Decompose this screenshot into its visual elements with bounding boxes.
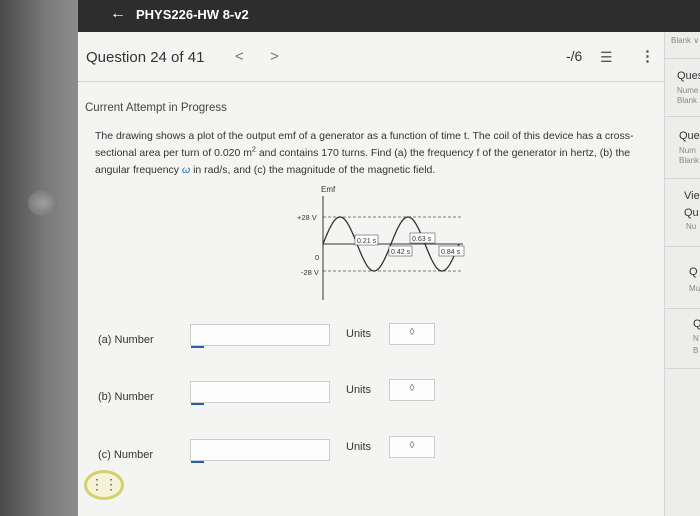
camera-dot — [28, 190, 58, 216]
help-badge[interactable]: ⋮⋮ — [84, 470, 124, 500]
side-item-3-sub2: Nu — [686, 222, 697, 231]
t1-label: 0.21 s — [357, 238, 377, 245]
question-counter: Question 24 of 41 — [86, 49, 205, 66]
t2-label: 0.42 s — [391, 249, 411, 256]
next-question-button[interactable]: > — [270, 48, 279, 65]
top-bar: ← PHYS226-HW 8-v2 — [78, 0, 700, 32]
device-bezel — [0, 0, 78, 516]
side-item-1-sub: Nume — [677, 86, 699, 95]
grid-icon: ⋮⋮ — [90, 476, 118, 492]
side-divider — [665, 246, 700, 247]
side-question-panel: Blank ∨ Ques Nume Blank Que Num Blank Vi… — [664, 32, 700, 516]
side-item-2-sub2: Blank — [679, 156, 700, 165]
chevron-updown-icon: ◊ — [409, 327, 415, 338]
graph-y-bottom: -28 V — [301, 268, 319, 277]
app-title: PHYS226-HW 8-v2 — [136, 7, 249, 22]
side-item-5-sub: N — [693, 334, 699, 343]
side-item-5-head[interactable]: Q — [693, 318, 700, 330]
prev-question-button[interactable]: < — [235, 48, 244, 65]
side-item-5-sub2: B — [693, 346, 699, 355]
emf-graph: Emf +28 V 0 -28 V 0.21 s 0.42 s 0.63 s 0… — [297, 185, 465, 300]
side-divider — [665, 368, 700, 369]
graph-ylabel: Emf — [321, 185, 336, 194]
graph-y-zero: 0 — [315, 253, 319, 262]
problem-statement: The drawing shows a plot of the output e… — [95, 130, 634, 176]
score-display: -/6 — [566, 48, 583, 64]
answer-b-input[interactable] — [190, 381, 330, 403]
side-divider — [665, 178, 700, 179]
t4-label: 0.84 s — [441, 249, 461, 256]
side-item-3-sub: Qu — [684, 207, 699, 219]
side-item-2-head[interactable]: Que — [679, 130, 700, 142]
chevron-updown-icon: ◊ — [409, 440, 415, 451]
side-item-4-sub: Mu — [689, 284, 700, 293]
units-a-select[interactable]: ◊ — [389, 323, 435, 345]
side-divider — [665, 58, 700, 59]
question-list-icon[interactable]: ☰ — [600, 49, 613, 66]
side-item-3-head[interactable]: Vie — [684, 190, 700, 202]
side-item-2-sub: Num — [679, 146, 696, 155]
answer-b-label: (b) Number — [98, 391, 154, 403]
side-item-1-head[interactable]: Ques — [677, 70, 700, 82]
answer-c-input[interactable] — [190, 439, 330, 461]
side-divider — [665, 116, 700, 117]
answer-c-label: (c) Number — [98, 449, 154, 461]
answer-a-label: (a) Number — [98, 334, 154, 346]
attempt-status: Current Attempt in Progress — [85, 102, 227, 114]
units-c-select[interactable]: ◊ — [389, 436, 435, 458]
more-options-icon[interactable]: ⋮ — [640, 47, 655, 65]
omega-symbol: ω — [181, 164, 191, 176]
back-arrow-icon[interactable]: ← — [110, 5, 126, 23]
graph-y-top: +28 V — [297, 213, 317, 222]
side-item-4-head[interactable]: Q — [689, 266, 698, 278]
side-item-1-sub2: Blank — [677, 96, 698, 105]
side-divider — [665, 308, 700, 309]
units-c-label: Units — [346, 441, 372, 453]
answer-a-input[interactable] — [190, 324, 330, 346]
side-blank-dropdown[interactable]: Blank ∨ — [671, 36, 699, 45]
units-b-select[interactable]: ◊ — [389, 379, 435, 401]
t3-label: 0.63 s — [412, 236, 432, 243]
units-b-label: Units — [346, 384, 372, 396]
header-divider — [78, 81, 664, 82]
chevron-updown-icon: ◊ — [409, 383, 415, 394]
units-a-label: Units — [346, 328, 372, 340]
